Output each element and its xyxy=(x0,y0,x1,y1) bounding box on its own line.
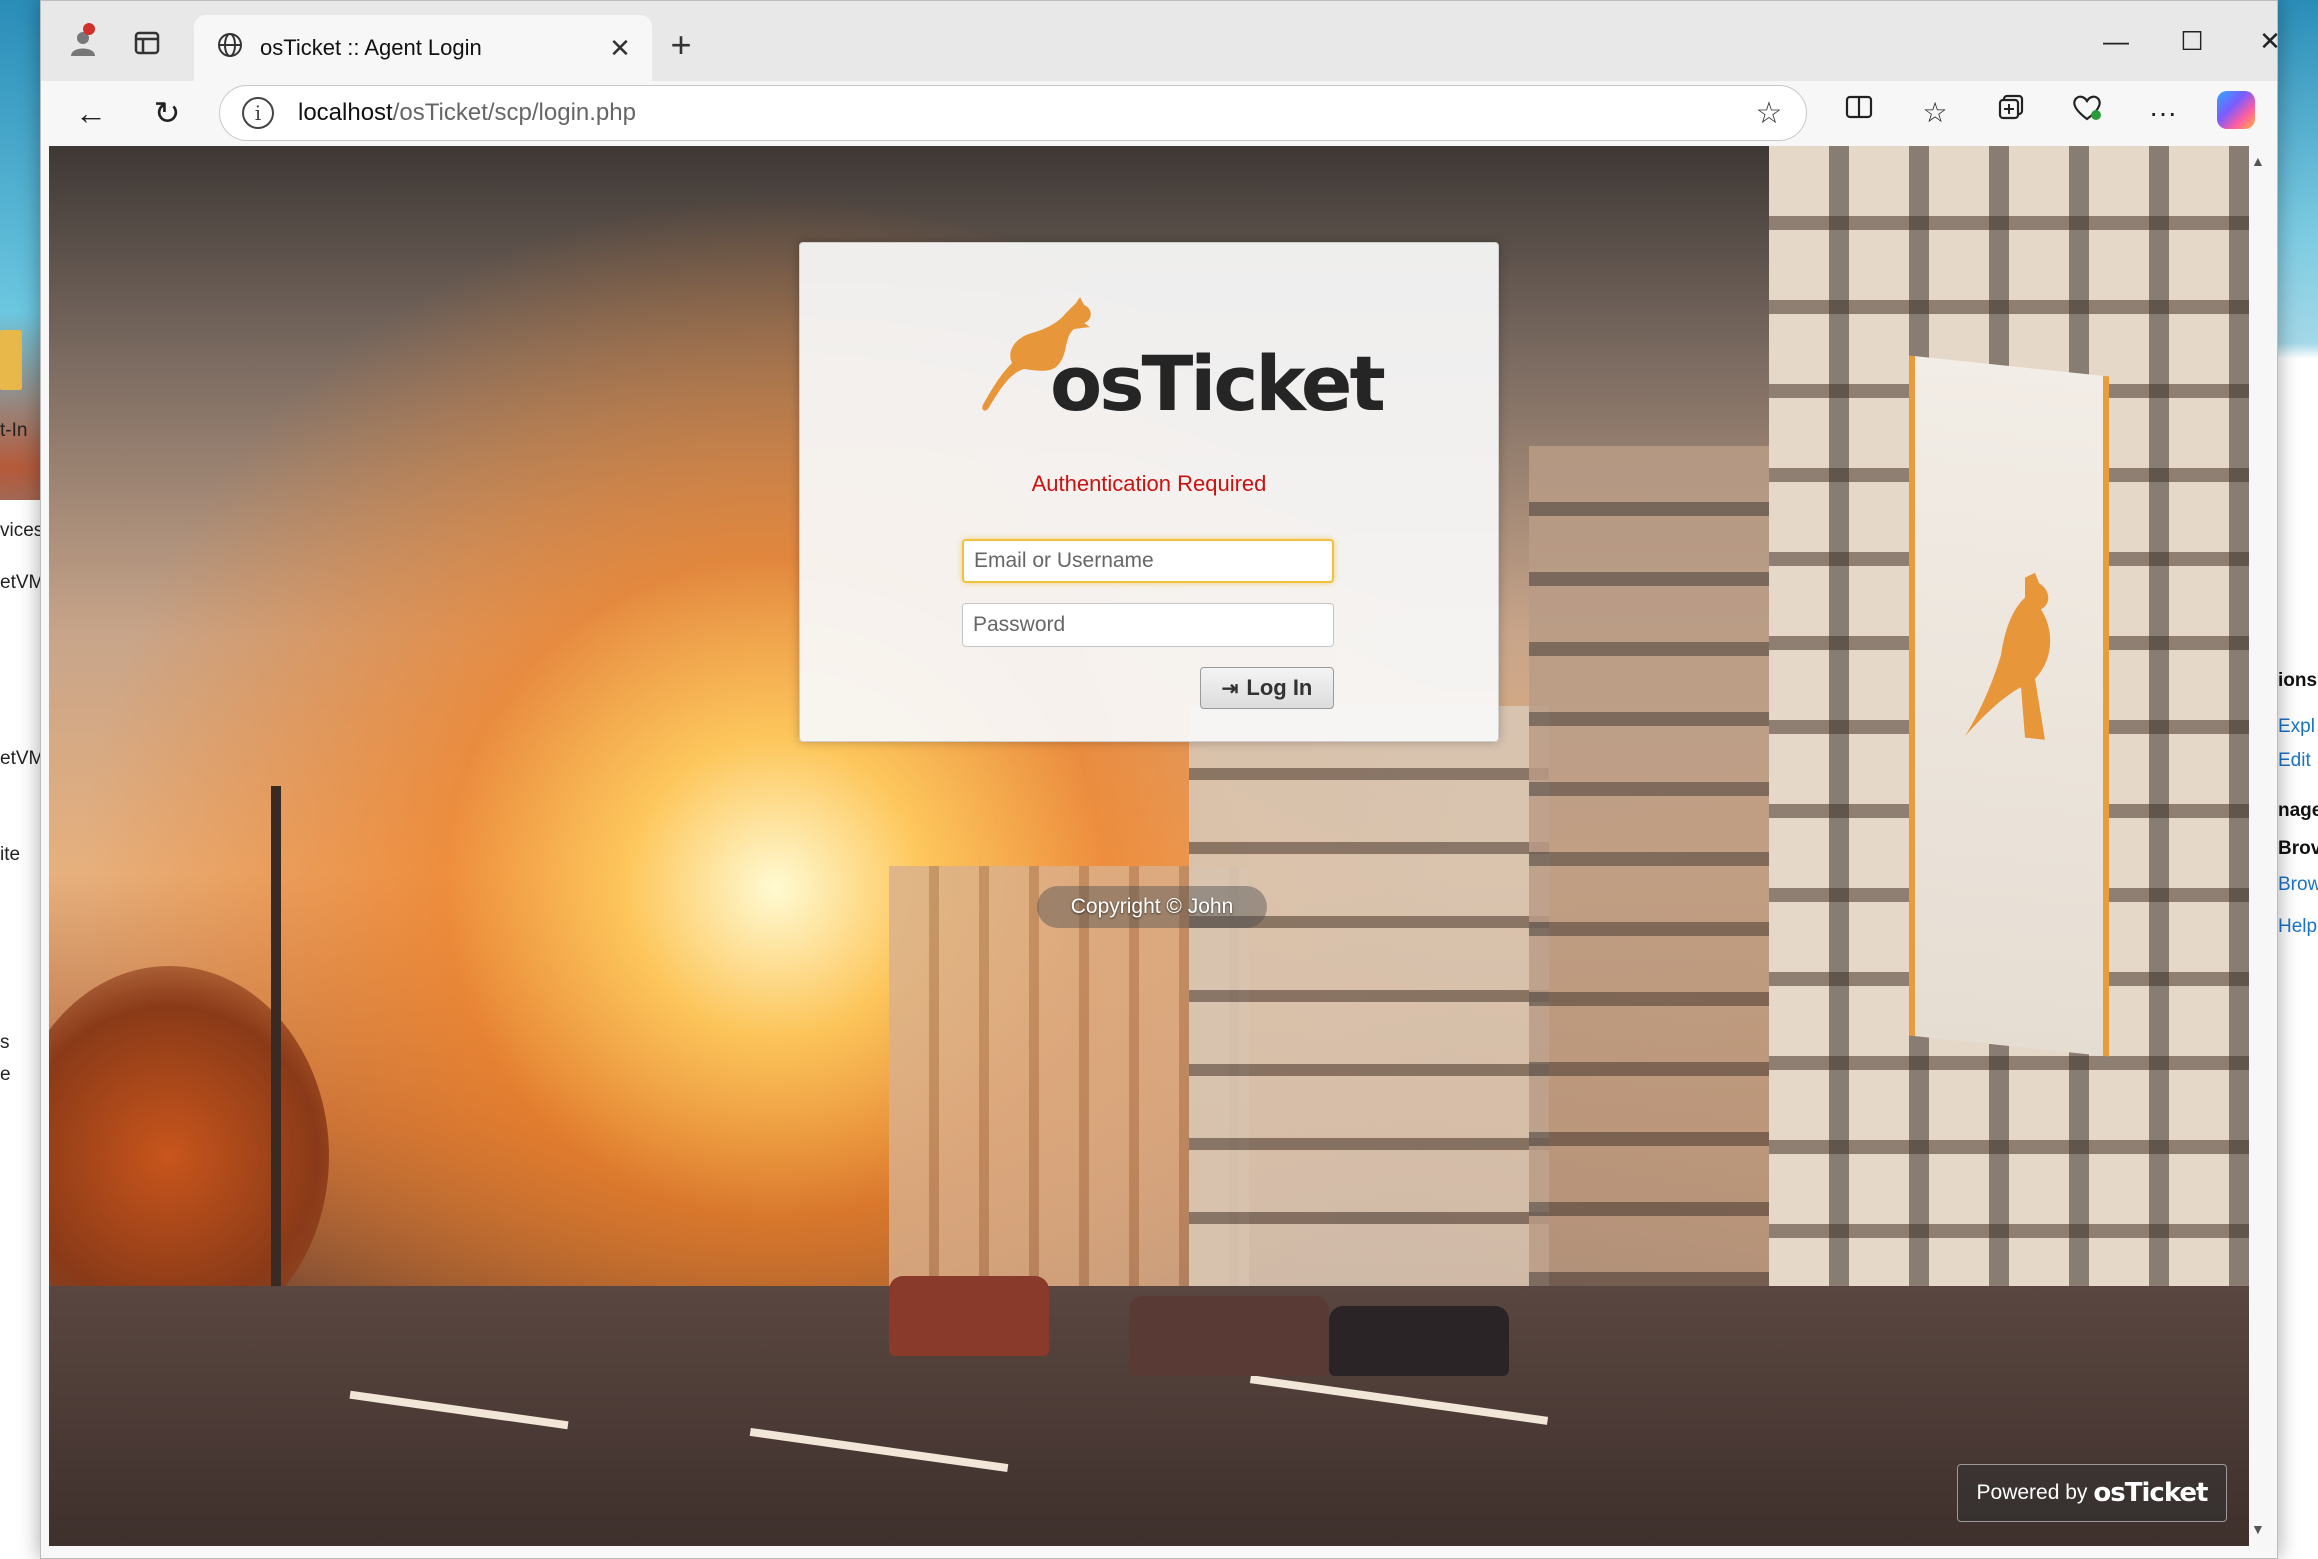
url-text[interactable]: localhost/osTicket/scp/login.php xyxy=(298,99,1744,127)
powered-by-link[interactable]: Powered by osTicket xyxy=(1957,1464,2227,1522)
active-tab[interactable]: osTicket :: Agent Login ✕ xyxy=(194,15,652,81)
more-icon[interactable]: ··· xyxy=(2141,91,2185,135)
folder-icon xyxy=(0,330,22,390)
background-window-text: Brov xyxy=(2278,838,2318,859)
powered-by-logo: osTicket xyxy=(2093,1478,2208,1508)
copilot-icon[interactable] xyxy=(2217,91,2255,129)
title-bar: osTicket :: Agent Login ✕ + — ☐ ✕ xyxy=(41,1,2281,81)
powered-by-label: Powered by xyxy=(1976,1481,2088,1504)
background-window-link[interactable]: Help xyxy=(2278,916,2318,938)
desktop-left-edge: t-In vices etVM etVM ite s e xyxy=(0,0,44,1559)
scroll-down-arrow-icon[interactable]: ▼ xyxy=(2251,1521,2265,1537)
background-window-link[interactable]: Brow xyxy=(2278,874,2318,896)
kangaroo-icon xyxy=(1955,560,2075,781)
url-path: /osTicket/scp/login.php xyxy=(392,99,636,126)
background-window-link[interactable]: Edit xyxy=(2278,750,2318,772)
ost-logo: osTicket xyxy=(980,297,1386,428)
url-host: localhost xyxy=(298,99,393,126)
background-car xyxy=(1129,1296,1329,1376)
plus-icon[interactable]: + xyxy=(661,25,701,65)
back-arrow-icon[interactable]: ← xyxy=(69,91,113,135)
desktop-text: ite xyxy=(0,844,21,865)
road-marking xyxy=(349,1390,569,1430)
background-car xyxy=(889,1276,1049,1356)
logo-text: osTicket xyxy=(1050,339,1386,428)
background-window-left xyxy=(0,500,44,1559)
login-panel: osTicket Authentication Required ⇥ Log I… xyxy=(799,242,1499,742)
desktop-right-edge: ions Expl Edit nage Brov Brow Help xyxy=(2278,0,2318,1559)
copyright-text: Copyright © John xyxy=(1037,886,1267,928)
close-icon[interactable]: ✕ xyxy=(600,33,640,64)
navigation-toolbar: ← ↻ i localhost/osTicket/scp/login.php ☆… xyxy=(41,81,2277,145)
refresh-icon[interactable]: ↻ xyxy=(145,91,189,135)
notification-dot xyxy=(83,23,95,35)
maximize-icon[interactable]: ☐ xyxy=(2167,21,2217,61)
favorites-icon[interactable]: ☆ xyxy=(1913,91,1957,135)
road-marking xyxy=(749,1427,1009,1473)
desktop-icon-label: t-In xyxy=(0,420,28,441)
desktop-text: s xyxy=(0,1032,10,1053)
browser-window: osTicket :: Agent Login ✕ + — ☐ ✕ ← ↻ i … xyxy=(40,0,2281,1559)
desktop-text: e xyxy=(0,1064,11,1085)
tab-actions-icon[interactable] xyxy=(127,23,167,63)
background-window-link[interactable]: Expl xyxy=(2278,716,2318,738)
desktop-text: vices xyxy=(0,520,44,541)
minimize-icon[interactable]: — xyxy=(2091,21,2141,61)
background-window-text: ions xyxy=(2278,670,2318,691)
username-field[interactable] xyxy=(962,539,1334,583)
login-button[interactable]: ⇥ Log In xyxy=(1200,667,1334,709)
kangaroo-banner xyxy=(1909,355,2109,1057)
password-field[interactable] xyxy=(962,603,1334,647)
background-window-text: nage xyxy=(2278,800,2318,821)
split-screen-icon[interactable] xyxy=(1837,91,1881,135)
login-button-label: Log In xyxy=(1246,675,1313,700)
collections-icon[interactable] xyxy=(1989,91,2033,135)
star-icon[interactable]: ☆ xyxy=(1744,96,1794,131)
page-viewport: osTicket Authentication Required ⇥ Log I… xyxy=(49,146,2249,1546)
address-bar[interactable]: i localhost/osTicket/scp/login.php ☆ xyxy=(219,85,1807,141)
globe-icon xyxy=(212,31,248,66)
background-car xyxy=(1329,1306,1509,1376)
heart-pulse-icon[interactable] xyxy=(2065,91,2109,135)
desktop-text: etVM xyxy=(0,748,44,769)
close-icon[interactable]: ✕ xyxy=(2245,21,2295,61)
info-icon[interactable]: i xyxy=(242,97,274,129)
road-marking xyxy=(1249,1375,1549,1425)
tab-title: osTicket :: Agent Login xyxy=(260,35,482,60)
sign-in-icon: ⇥ xyxy=(1221,677,1239,700)
scroll-up-arrow-icon[interactable]: ▲ xyxy=(2251,153,2265,169)
desktop-text: etVM xyxy=(0,572,44,593)
auth-required-message: Authentication Required xyxy=(1031,471,1267,496)
